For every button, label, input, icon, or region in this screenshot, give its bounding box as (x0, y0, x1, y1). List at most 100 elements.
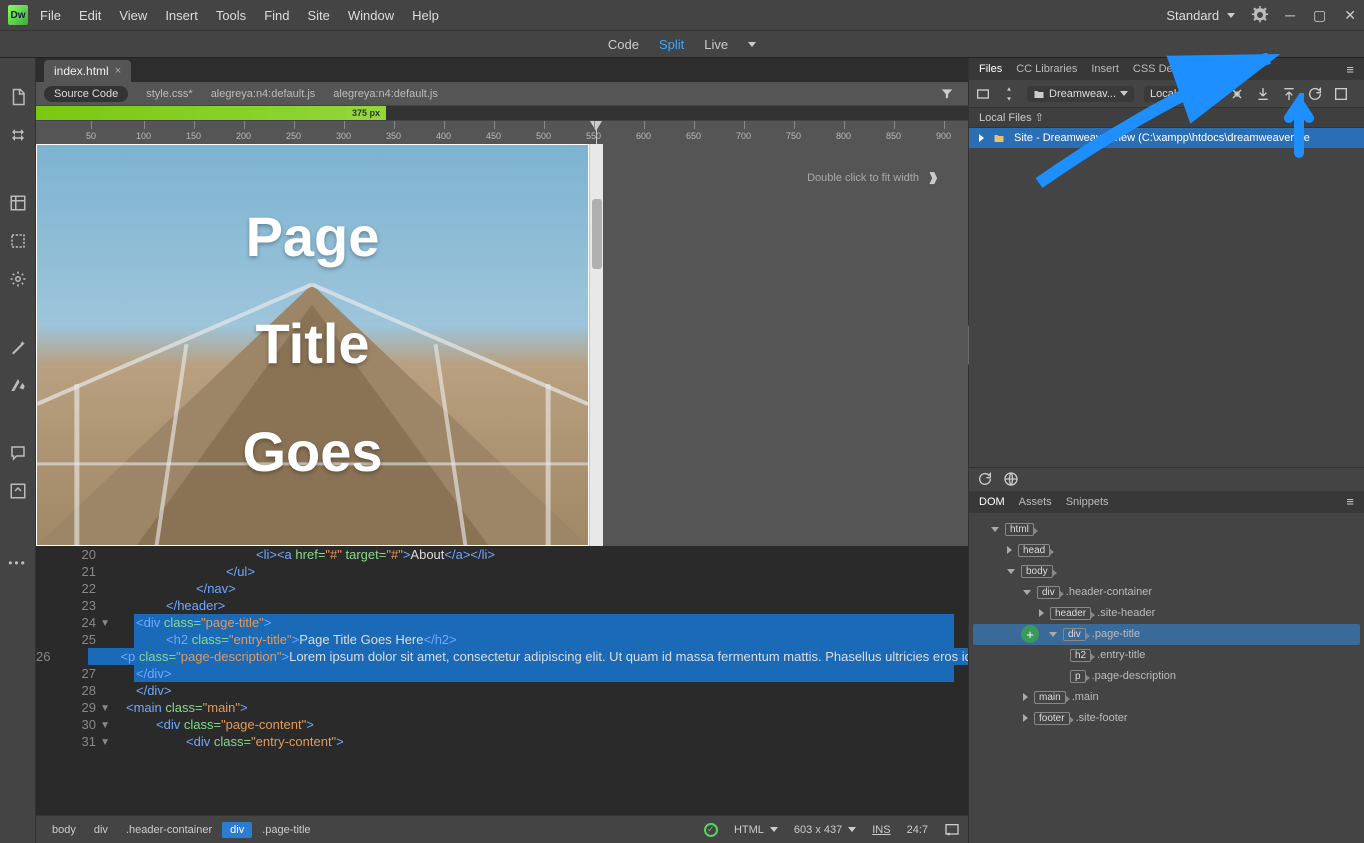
width-indicator: 375 px (346, 106, 386, 120)
workspace-label: Standard (1166, 8, 1219, 23)
menu-edit[interactable]: Edit (79, 8, 101, 23)
file-tabs: index.html × (36, 58, 968, 82)
dom-tree[interactable]: htmlheadbodydiv .header-containerheader … (969, 513, 1364, 843)
site-dropdown[interactable]: Dreamweav... (1027, 86, 1134, 102)
file-icon[interactable] (9, 88, 27, 106)
related-file[interactable]: alegreya:n4:default.js (333, 88, 438, 100)
code-editor[interactable]: 20<li><a href="#" target="#">About</a></… (36, 546, 968, 815)
dom-node[interactable]: +div .page-title (973, 624, 1360, 645)
sync-icon[interactable] (1333, 86, 1349, 102)
refresh-icon[interactable] (1307, 86, 1323, 102)
app-logo: Dw (8, 5, 28, 25)
fit-width-hint[interactable]: Double click to fit width 》》》》》 (807, 168, 938, 187)
minimize-icon[interactable]: ─ (1285, 7, 1295, 24)
related-file[interactable]: style.css* (146, 88, 192, 100)
view-split[interactable]: Split (659, 37, 684, 52)
folder-icon (992, 132, 1006, 144)
tab-snippets[interactable]: Snippets (1066, 496, 1109, 508)
viewport-size[interactable]: 603 x 437 (794, 824, 856, 836)
sync-settings-icon[interactable] (1251, 6, 1269, 24)
hero-title: PageTitleGoes (242, 184, 382, 506)
menu-file[interactable]: File (40, 8, 61, 23)
expand-icon[interactable] (1001, 86, 1017, 102)
live-preview[interactable]: PageTitleGoes (36, 144, 589, 546)
dom-node[interactable]: footer .site-footer (973, 708, 1360, 729)
status-ok-icon[interactable] (704, 823, 718, 837)
view-dropdown[interactable]: Local view (1144, 86, 1219, 102)
tab-files[interactable]: Files (979, 63, 1002, 75)
document-area: index.html × Source Code style.css* aleg… (36, 58, 968, 843)
file-tab-label: index.html (54, 64, 109, 78)
menu-window[interactable]: Window (348, 8, 394, 23)
dom-node[interactable]: h2 .entry-title (973, 645, 1360, 666)
source-code-pill[interactable]: Source Code (44, 86, 128, 102)
close-tab-icon[interactable]: × (115, 65, 121, 77)
menu-view[interactable]: View (119, 8, 147, 23)
filter-icon[interactable] (940, 87, 954, 101)
dom-node[interactable]: header .site-header (973, 603, 1360, 624)
file-manage-icon[interactable] (9, 194, 27, 212)
view-code[interactable]: Code (608, 37, 639, 52)
dom-node[interactable]: div .header-container (973, 582, 1360, 603)
menu-find[interactable]: Find (264, 8, 289, 23)
panel-menu-icon[interactable]: ≡ (1346, 494, 1354, 509)
tab-css-designer[interactable]: CSS Designer (1133, 63, 1203, 75)
globe-icon[interactable] (1003, 471, 1019, 487)
more-icon[interactable]: ••• (8, 556, 27, 570)
add-node-button[interactable]: + (1021, 625, 1039, 643)
select-icon[interactable] (9, 232, 27, 250)
comment-icon[interactable] (9, 444, 27, 462)
collapse-icon[interactable] (9, 482, 27, 500)
tab-assets[interactable]: Assets (1019, 496, 1052, 508)
files-tree-body[interactable] (969, 148, 1364, 467)
preview-gutter: Double click to fit width 》》》》》 (603, 144, 968, 546)
put-icon[interactable] (1281, 86, 1297, 102)
workspace-switcher[interactable]: Standard (1166, 8, 1235, 23)
breadcrumb-item[interactable]: div (86, 822, 116, 838)
preview-browser-icon[interactable] (944, 822, 960, 838)
wand-icon[interactable] (9, 338, 27, 356)
right-panels: Files CC Libraries Insert CSS Designer ≡… (968, 58, 1364, 843)
tab-cc-libraries[interactable]: CC Libraries (1016, 63, 1077, 75)
chevrons-right-icon: 》》》》》 (929, 168, 938, 187)
files-panel-toolbar: Dreamweav... Local view (969, 80, 1364, 108)
format-icon[interactable] (9, 376, 27, 394)
menu-help[interactable]: Help (412, 8, 439, 23)
site-root-row[interactable]: Site - Dreamweaver-new (C:\xampp\htdocs\… (969, 128, 1364, 148)
breadcrumb-item[interactable]: .header-container (118, 822, 220, 838)
close-icon[interactable]: ✕ (1344, 7, 1356, 24)
file-tab-index[interactable]: index.html × (44, 60, 131, 82)
related-file[interactable]: alegreya:n4:default.js (211, 88, 316, 100)
files-panel-tabs: Files CC Libraries Insert CSS Designer ≡ (969, 58, 1364, 80)
breadcrumb-item[interactable]: .page-title (254, 822, 318, 838)
connect-icon[interactable] (1229, 86, 1245, 102)
dom-node[interactable]: p .page-description (973, 666, 1360, 687)
folder-icon (1033, 88, 1045, 100)
chevron-down-icon[interactable] (748, 42, 756, 47)
arrows-icon[interactable] (9, 126, 27, 144)
width-ruler-bar[interactable]: 375 px (36, 106, 968, 120)
local-files-header[interactable]: Local Files ⇧ (969, 108, 1364, 128)
panel-menu-icon[interactable]: ≡ (1346, 62, 1354, 77)
tab-insert[interactable]: Insert (1091, 63, 1119, 75)
maximize-icon[interactable]: ▢ (1313, 7, 1326, 24)
tab-dom[interactable]: DOM (979, 496, 1005, 508)
doctype-select[interactable]: HTML (734, 824, 778, 836)
menu-site[interactable]: Site (307, 8, 329, 23)
gear-icon[interactable] (9, 270, 27, 288)
breadcrumb-item[interactable]: div (222, 822, 252, 838)
dom-node[interactable]: head (973, 540, 1360, 561)
menu-tools[interactable]: Tools (216, 8, 246, 23)
preview-scrollbar[interactable] (589, 144, 603, 546)
dom-node[interactable]: body (973, 561, 1360, 582)
ftp-icon[interactable] (975, 86, 991, 102)
breadcrumb-item[interactable]: body (44, 822, 84, 838)
insert-mode[interactable]: INS (872, 824, 890, 836)
get-icon[interactable] (1255, 86, 1271, 102)
view-live[interactable]: Live (704, 37, 728, 52)
refresh-icon[interactable] (977, 471, 993, 487)
menu-insert[interactable]: Insert (165, 8, 198, 23)
dom-node[interactable]: html (973, 519, 1360, 540)
dom-node[interactable]: main .main (973, 687, 1360, 708)
tag-selector-breadcrumbs: bodydiv.header-containerdiv.page-title (44, 822, 319, 838)
